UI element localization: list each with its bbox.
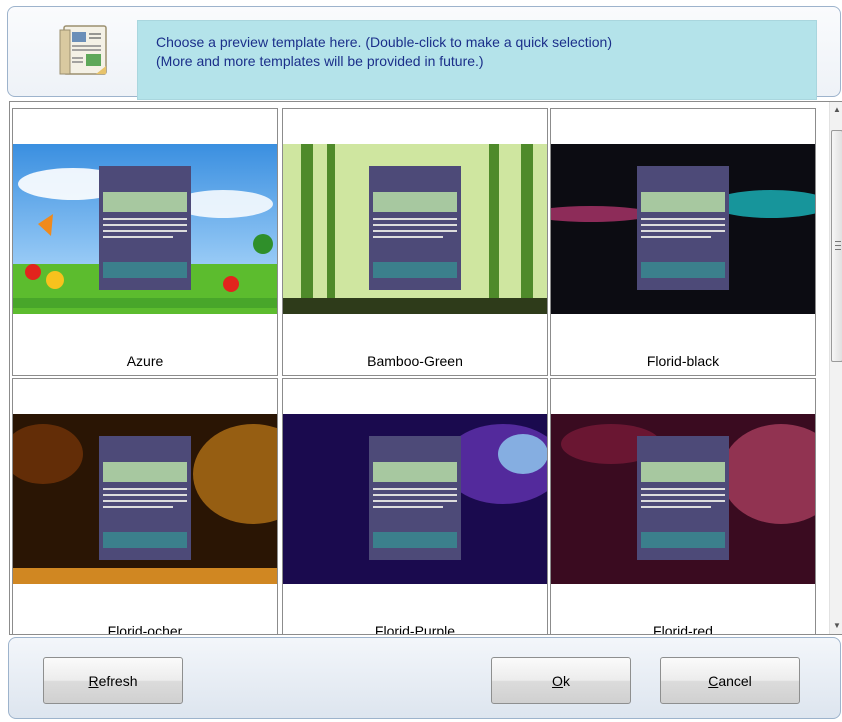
document-preview-icon <box>59 25 107 75</box>
arrow-up-icon[interactable]: ▲ <box>830 102 842 118</box>
template-label: Florid-Purple <box>374 623 456 635</box>
arrow-down-icon[interactable]: ▼ <box>830 618 842 634</box>
info-box: Choose a preview template here. (Double-… <box>137 20 817 100</box>
footer-panel: Refresh Ok Cancel <box>8 637 841 719</box>
scroll-thumb[interactable] <box>831 130 842 362</box>
cancel-mnemonic: C <box>708 672 719 689</box>
template-thumbnail-florid-purple <box>283 414 547 584</box>
template-thumbnail-azure <box>13 144 277 314</box>
vertical-scrollbar[interactable]: ▲ ▼ <box>829 102 842 634</box>
cancel-label: ancel <box>718 672 752 689</box>
ok-label: k <box>562 672 570 689</box>
template-item-bamboo-green[interactable]: Bamboo-Green <box>282 108 548 376</box>
template-label: Azure <box>126 353 164 369</box>
ok-mnemonic: O <box>552 672 563 689</box>
template-thumbnail-florid-black <box>551 144 815 314</box>
template-thumbnail-florid-red <box>551 414 815 584</box>
template-thumbnail-florid-ocher <box>13 414 277 584</box>
refresh-button[interactable]: Refresh <box>43 657 183 704</box>
grip-icon <box>835 241 841 250</box>
template-item-florid-red[interactable]: Florid-red <box>550 378 816 635</box>
refresh-mnemonic: R <box>88 672 99 689</box>
template-item-florid-purple[interactable]: Florid-Purple <box>282 378 548 635</box>
refresh-label: efresh <box>98 672 138 689</box>
info-text-line-1: Choose a preview template here. (Double-… <box>156 34 612 50</box>
template-label: Florid-black <box>646 353 720 369</box>
header-panel: Choose a preview template here. (Double-… <box>7 6 841 100</box>
template-item-azure[interactable]: Azure <box>12 108 278 376</box>
template-label: Florid-ocher <box>107 623 183 635</box>
ok-button[interactable]: Ok <box>491 657 631 704</box>
info-text-line-2: (More and more templates will be provide… <box>156 53 484 69</box>
template-item-florid-black[interactable]: Florid-black <box>550 108 816 376</box>
template-thumbnail-bamboo-green <box>283 144 547 314</box>
template-item-florid-ocher[interactable]: Florid-ocher <box>12 378 278 635</box>
template-label: Bamboo-Green <box>367 353 463 369</box>
template-list[interactable]: Azure Bamboo-Green Florid-black Florid-o… <box>9 101 842 635</box>
cancel-button[interactable]: Cancel <box>660 657 800 704</box>
template-label: Florid-red <box>653 623 713 635</box>
